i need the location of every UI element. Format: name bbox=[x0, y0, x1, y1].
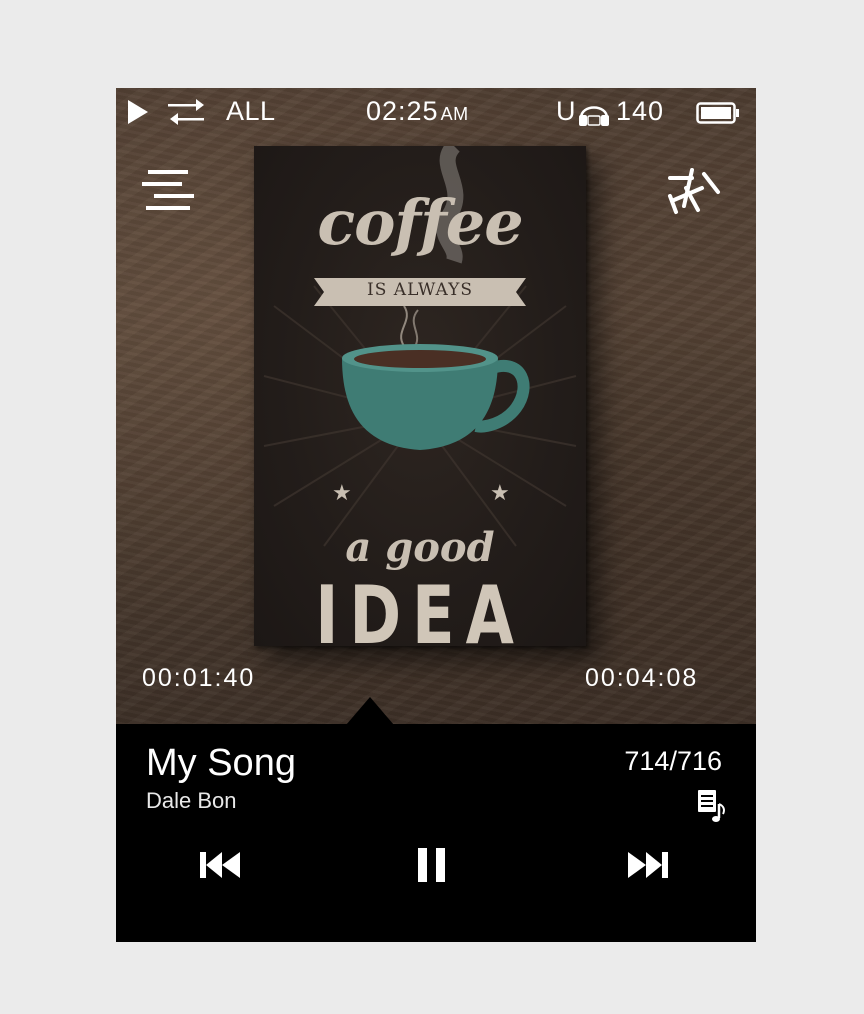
battery-icon bbox=[696, 102, 740, 129]
repeat-mode-label: ALL bbox=[226, 96, 276, 126]
pause-icon bbox=[418, 848, 445, 882]
play-icon bbox=[126, 99, 150, 130]
previous-icon bbox=[200, 852, 240, 878]
clock-ampm: AM bbox=[440, 104, 469, 124]
svg-text:★: ★ bbox=[490, 481, 510, 506]
track-counter: 714/716 bbox=[624, 746, 722, 776]
shuffle-button[interactable] bbox=[662, 166, 722, 218]
album-art-text-idea: IDEA bbox=[315, 569, 525, 647]
album-art-text-a-good: a good bbox=[345, 524, 495, 571]
album-art-text-is-always: IS ALWAYS bbox=[367, 280, 473, 300]
now-playing-artwork-area: ★ ★ coffee IS ALWAYS a good IDEA ALL 02:… bbox=[116, 88, 756, 725]
output-label: U bbox=[556, 96, 576, 126]
repeat-icon bbox=[168, 98, 206, 131]
next-button[interactable] bbox=[626, 850, 670, 885]
album-art-text-coffee: coffee bbox=[317, 186, 523, 259]
headphone-icon bbox=[577, 96, 611, 133]
svg-text:★: ★ bbox=[332, 481, 352, 506]
playlist-icon[interactable] bbox=[698, 790, 728, 829]
track-title: My Song bbox=[146, 742, 296, 784]
menu-icon bbox=[142, 170, 194, 210]
next-icon bbox=[628, 852, 668, 878]
total-time: 00:04:08 bbox=[585, 664, 699, 692]
pause-button[interactable] bbox=[414, 846, 450, 889]
album-art: ★ ★ coffee IS ALWAYS a good IDEA bbox=[254, 146, 586, 646]
track-artist: Dale Bon bbox=[146, 788, 237, 813]
music-player-screen: ★ ★ coffee IS ALWAYS a good IDEA ALL 02:… bbox=[116, 88, 756, 942]
volume-level: 140 bbox=[616, 96, 665, 126]
elapsed-time: 00:01:40 bbox=[142, 664, 256, 692]
clock: 02:25 AM bbox=[366, 96, 469, 126]
shuffle-icon bbox=[668, 168, 720, 214]
status-bar: ALL 02:25 AM U 140 bbox=[116, 88, 756, 132]
menu-button[interactable] bbox=[142, 168, 198, 212]
track-info-panel: My Song Dale Bon 714/716 bbox=[116, 724, 756, 942]
previous-button[interactable] bbox=[198, 850, 242, 885]
